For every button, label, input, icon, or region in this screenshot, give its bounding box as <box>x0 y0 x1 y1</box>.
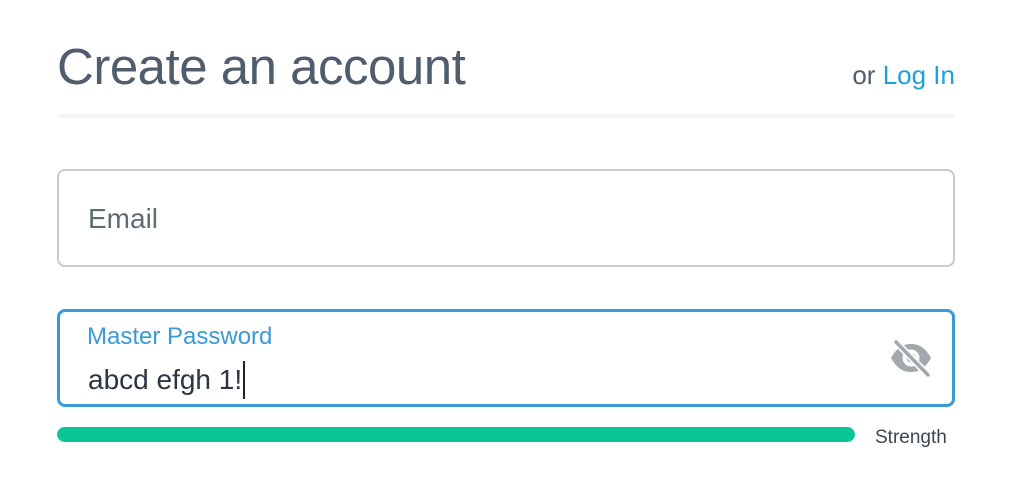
login-prompt: or Log In <box>852 58 955 92</box>
text-caret <box>243 361 246 399</box>
strength-label: Strength <box>875 427 947 448</box>
header: Create an account or Log In <box>57 36 955 106</box>
create-account-page: Create an account or Log In Email Master… <box>0 0 1018 500</box>
password-value: abcd efgh 1! <box>88 364 243 395</box>
master-password-label: Master Password <box>87 323 273 350</box>
eye-slash-icon[interactable] <box>888 338 934 379</box>
password-strength-bar <box>57 427 855 442</box>
or-text: or <box>852 60 876 90</box>
login-link[interactable]: Log In <box>883 60 955 90</box>
password-strength-fill <box>57 427 855 442</box>
header-divider <box>57 114 955 118</box>
email-field[interactable]: Email <box>57 169 955 267</box>
master-password-field[interactable]: Master Password abcd efgh 1! <box>57 309 955 407</box>
email-placeholder: Email <box>88 203 159 234</box>
page-title: Create an account <box>57 38 466 95</box>
password-input[interactable]: abcd efgh 1! <box>88 360 246 400</box>
